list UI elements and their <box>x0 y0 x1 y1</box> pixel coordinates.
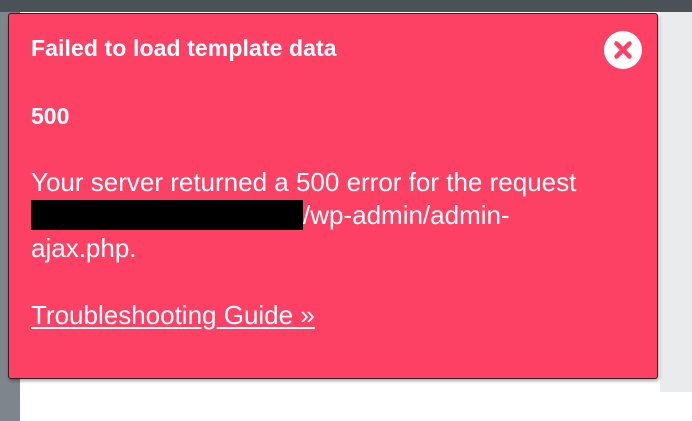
error-message-start: Your server returned a 500 error for the… <box>31 167 577 197</box>
notice-title: Failed to load template data <box>31 35 337 61</box>
redacted-domain <box>31 200 303 230</box>
close-icon <box>614 41 632 59</box>
error-code: 500 <box>31 103 70 129</box>
close-button[interactable] <box>604 31 642 69</box>
troubleshooting-guide-link[interactable]: Troubleshooting Guide » <box>31 300 315 331</box>
error-message: Your server returned a 500 error for the… <box>31 166 591 265</box>
error-notice: Failed to load template data 500 Your se… <box>8 13 658 379</box>
top-toolbar <box>0 0 692 12</box>
right-panel-edge <box>660 12 692 392</box>
